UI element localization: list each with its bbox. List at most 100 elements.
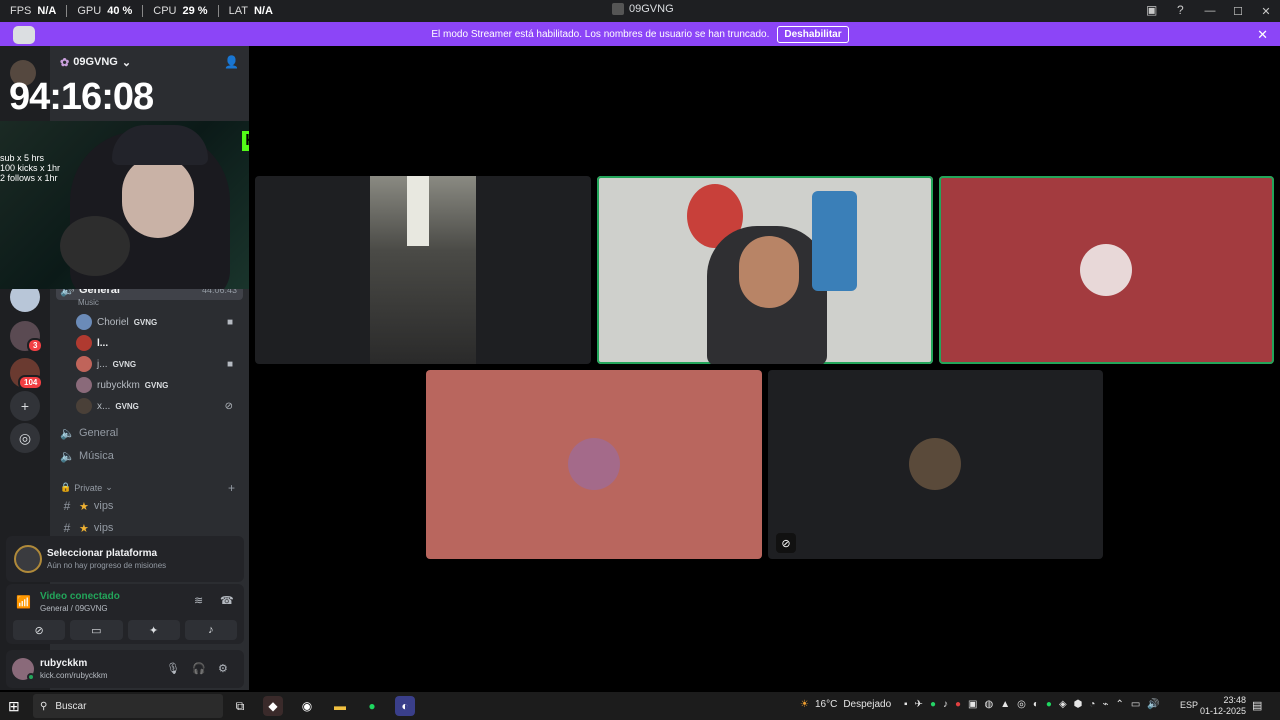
voice-user-row[interactable]: l... — [76, 333, 243, 353]
quest-title: Seleccionar plataforma — [47, 548, 158, 559]
channel-label: vips — [93, 500, 114, 512]
chevron-up-icon[interactable]: ⌃ — [1115, 699, 1123, 710]
input-language[interactable]: ESP — [1180, 700, 1198, 710]
taskbar-search[interactable]: ⚲ Buscar — [33, 694, 223, 718]
microphone-icon[interactable]: 🎙 — [166, 662, 180, 675]
minimize-button[interactable]: — — [1196, 5, 1224, 17]
voice-action-bar: ⊘ ▭ ✦ ♪ — [6, 620, 244, 642]
system-tray: ▪ ✈ ● ♪ ● ▣ ◍ ▲ ◎ ◐ ● ◈ ⬢ ◔ ⌁ ⌃ ▭ 🔊 — [904, 699, 1160, 710]
whatsapp-icon[interactable]: ● — [930, 699, 936, 710]
avatar — [76, 377, 92, 393]
spotify-tray-icon[interactable]: ● — [1046, 699, 1052, 710]
speaker-icon: 🔈 — [60, 426, 75, 440]
video-tile-speaking[interactable] — [597, 176, 933, 364]
gpu-label: GPU — [77, 5, 102, 17]
channel-vips[interactable]: # ★ vips — [56, 496, 243, 516]
tray-app-icon[interactable]: ● — [955, 699, 961, 710]
voice-user-row[interactable]: Choriel GVNG ■ — [76, 312, 243, 332]
tray-app-icon[interactable]: ◎ — [1017, 699, 1026, 710]
tray-app-icon[interactable]: ♪ — [943, 699, 948, 710]
disconnect-icon[interactable]: ☎ — [220, 594, 234, 607]
video-face — [739, 236, 799, 308]
tray-app-icon[interactable]: ◐ — [1033, 699, 1039, 710]
spotify-icon[interactable]: ● — [362, 696, 382, 716]
webcam-face — [122, 156, 194, 238]
windows-start-icon[interactable]: ⊞ — [8, 698, 20, 715]
notifications-icon[interactable]: ▤ — [1252, 699, 1262, 712]
category-private[interactable]: 🔒 Private ⌄ + — [60, 481, 235, 495]
noise-suppression-icon[interactable]: ≋ — [194, 594, 203, 607]
voice-location[interactable]: General / 09GVNG — [40, 604, 108, 613]
gear-icon[interactable]: ⚙ — [218, 662, 228, 675]
help-icon[interactable]: ? — [1177, 3, 1184, 17]
discord-logo-icon[interactable] — [13, 26, 35, 44]
file-explorer-icon[interactable]: ▬ — [330, 696, 350, 716]
disable-streamer-button[interactable]: Deshabilitar — [777, 25, 849, 43]
tray-app-icon[interactable]: ▣ — [968, 699, 977, 710]
brave-icon[interactable]: ◆ — [263, 696, 283, 716]
close-icon[interactable]: ✕ — [1257, 27, 1268, 43]
avatar-tile[interactable] — [426, 370, 762, 559]
headphones-icon[interactable]: 🎧 — [192, 662, 206, 675]
lat-value: N/A — [253, 5, 273, 17]
quest-panel[interactable]: Seleccionar plataforma Aún no hay progre… — [6, 536, 244, 582]
camera-icon: ■ — [226, 316, 233, 328]
screen-share-button[interactable]: ▭ — [70, 620, 123, 640]
channel-vips[interactable]: # ★ vips — [56, 518, 243, 538]
user-tag: GVNG — [144, 380, 169, 390]
tray-app-icon[interactable]: ◔ — [1089, 699, 1095, 710]
camera-off-button[interactable]: ⊘ — [13, 620, 66, 640]
divider — [142, 5, 144, 17]
inbox-icon[interactable]: ▣ — [1146, 3, 1157, 17]
channel-musica-voice[interactable]: 🔈 Música — [56, 446, 243, 466]
steam-icon[interactable]: ◍ — [984, 699, 993, 710]
voice-user-name: rubyckkm — [97, 379, 140, 391]
weather-widget[interactable]: ☀ 16°C Despejado — [800, 699, 891, 710]
tray-app-icon[interactable]: ▪ — [904, 699, 908, 710]
user-custom-status: kick.com/rubyckkm — [40, 671, 108, 680]
sun-icon: ☀ — [800, 699, 809, 710]
voice-status[interactable]: Video conectado — [40, 591, 120, 602]
divider — [217, 5, 219, 17]
discover-icon[interactable]: ◎ — [10, 423, 40, 453]
clock-time: 23:48 — [1223, 695, 1247, 705]
voice-user-row[interactable]: rubyckkm GVNG — [76, 375, 243, 395]
voice-user-name: j... — [97, 358, 108, 370]
task-view-icon[interactable]: ⧉ — [230, 696, 250, 716]
perf-overlay: FPS N/A GPU 40 % CPU 29 % LAT N/A — [10, 0, 273, 22]
username[interactable]: rubyckkm — [40, 658, 87, 669]
mention-badge: 3 — [27, 338, 44, 353]
add-channel-icon[interactable]: + — [228, 481, 235, 495]
tray-app-icon[interactable]: ▲ — [1000, 699, 1010, 710]
tray-app-icon[interactable]: ⬢ — [1074, 699, 1083, 710]
add-server-icon[interactable]: + — [10, 391, 40, 421]
taskbar-clock[interactable]: 23:48 01-12-2025 — [1200, 695, 1246, 717]
tray-app-icon[interactable]: ✈ — [915, 699, 923, 710]
title-bar: FPS N/A GPU 40 % CPU 29 % LAT N/A 09GVNG… — [0, 0, 1280, 22]
usb-icon[interactable]: ⌁ — [1102, 699, 1108, 710]
video-tile[interactable] — [255, 176, 591, 364]
add-member-icon[interactable]: 👤 — [224, 55, 239, 69]
wall-bag — [812, 191, 857, 291]
goal-line: 100 kicks x 1hr — [0, 163, 61, 173]
soundboard-button[interactable]: ♪ — [184, 620, 237, 640]
video-light — [407, 176, 429, 246]
volume-icon[interactable]: 🔊 — [1147, 699, 1159, 710]
avatar-tile[interactable]: ⊘ — [768, 370, 1103, 559]
discord-icon[interactable]: ◐ — [395, 696, 415, 716]
tray-app-icon[interactable]: ◈ — [1059, 699, 1067, 710]
channel-label: Música — [79, 450, 114, 462]
channel-general1-voice[interactable]: 🔈 General — [56, 423, 243, 443]
activities-button[interactable]: ✦ — [127, 620, 180, 640]
maximize-button[interactable]: ☐ — [1224, 5, 1252, 18]
window-title-text: 09GVNG — [629, 3, 674, 15]
voice-user-row[interactable]: j... GVNG ■ — [76, 354, 243, 374]
avatar-tile-speaking[interactable] — [939, 176, 1274, 364]
obs-icon[interactable]: ◉ — [297, 696, 317, 716]
hashtag-icon: # — [63, 499, 71, 513]
star-icon: ★ — [79, 522, 89, 535]
divider — [66, 5, 68, 17]
network-icon[interactable]: ▭ — [1131, 699, 1140, 710]
voice-user-row[interactable]: x... GVNG ⊘ — [76, 396, 243, 416]
close-window-button[interactable]: ✕ — [1252, 5, 1280, 18]
